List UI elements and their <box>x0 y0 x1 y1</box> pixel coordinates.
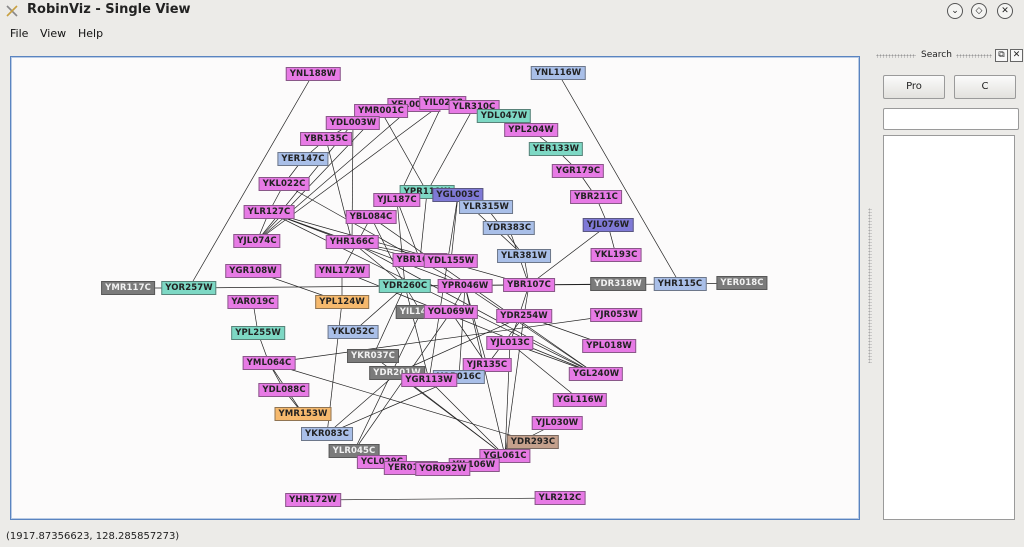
menu-view[interactable]: View <box>40 27 66 40</box>
graph-node[interactable]: YDR254W <box>496 309 552 323</box>
graph-edge <box>372 285 406 357</box>
title-bar: RobinViz - Single View ⌄ ◇ ✕ <box>0 0 1024 22</box>
graph-node[interactable]: YPL124W <box>315 295 369 309</box>
graph-node[interactable]: YDR260C <box>378 279 432 293</box>
graph-canvas[interactable]: YNL188W YNL116W YFL008W YIL026C YMR001C YLR31… <box>10 56 860 520</box>
graph-node[interactable]: YLR127C <box>243 205 295 219</box>
graph-node[interactable]: YDR293C <box>506 435 560 449</box>
graph-node[interactable]: YHR115C <box>653 277 707 291</box>
graph-node[interactable]: YLR381W <box>497 249 551 263</box>
panel-grip[interactable] <box>956 54 992 58</box>
menu-bar: File View Help <box>0 24 1024 44</box>
float-panel-button[interactable]: ⧉ <box>995 49 1008 62</box>
graph-node[interactable]: YJL013C <box>486 336 534 350</box>
graph-node[interactable]: YKL022C <box>258 177 310 191</box>
graph-node[interactable]: YNL188W <box>285 67 341 81</box>
graph-node[interactable]: YBL084C <box>345 210 397 224</box>
graph-node[interactable]: YJL076W <box>582 218 634 232</box>
graph-edge <box>268 211 597 375</box>
status-coordinates: (1917.87356623, 128.285857273) <box>6 531 180 542</box>
search-panel-header: Search ⧉ ✕ <box>870 48 1024 64</box>
graph-node[interactable]: YER147C <box>277 152 329 166</box>
graph-node[interactable]: YHR172W <box>285 493 341 507</box>
graph-node[interactable]: YML064C <box>242 356 296 370</box>
graph-node[interactable]: YER018C <box>716 276 768 290</box>
search-results-list[interactable] <box>883 135 1015 520</box>
graph-node[interactable]: YBR135C <box>300 132 352 146</box>
graph-node[interactable]: YJL074C <box>233 234 281 248</box>
graph-node[interactable]: YPL255W <box>231 326 285 340</box>
graph-node[interactable]: YJL187C <box>373 193 421 207</box>
graph-node[interactable]: YOR092W <box>415 462 471 476</box>
graph-edge <box>312 497 561 501</box>
close-panel-button[interactable]: ✕ <box>1010 49 1023 62</box>
menu-help[interactable]: Help <box>78 27 103 40</box>
graph-node[interactable]: YPR046W <box>437 279 493 293</box>
graph-node[interactable]: YLR212C <box>534 491 586 505</box>
graph-node[interactable]: YER133W <box>528 142 584 156</box>
pro-button[interactable]: Pro <box>883 75 945 99</box>
graph-node[interactable]: YGR179C <box>551 164 605 178</box>
graph-node[interactable]: YBR211C <box>570 190 622 204</box>
app-logo-icon <box>6 5 18 17</box>
search-input[interactable] <box>883 108 1019 130</box>
graph-node[interactable]: YGR108W <box>225 264 281 278</box>
graph-node[interactable]: YGL116W <box>552 393 608 407</box>
minimize-button[interactable]: ⌄ <box>947 3 963 19</box>
graph-node[interactable]: YJR053W <box>590 308 642 322</box>
graph-node[interactable]: YKL193C <box>590 248 642 262</box>
graph-node[interactable]: YBR107C <box>503 278 555 292</box>
graph-node[interactable]: YHR166C <box>325 235 379 249</box>
maximize-button[interactable]: ◇ <box>971 3 987 19</box>
splitter-handle[interactable] <box>868 208 872 363</box>
graph-edge <box>396 199 406 287</box>
menu-file[interactable]: File <box>10 27 28 40</box>
graph-node[interactable]: YDL047W <box>476 109 532 123</box>
graph-node[interactable]: YNL172W <box>314 264 370 278</box>
panel-grip[interactable] <box>876 54 916 58</box>
graph-node[interactable]: YGL240W <box>568 367 624 381</box>
graph-edge <box>370 216 597 375</box>
graph-edge <box>450 194 459 262</box>
graph-node[interactable]: YMR117C <box>101 281 155 295</box>
graph-node[interactable]: YAR019C <box>227 295 279 309</box>
search-panel-title: Search <box>921 50 952 60</box>
graph-node[interactable]: YGR113W <box>401 373 457 387</box>
close-button[interactable]: ✕ <box>997 3 1013 19</box>
graph-node[interactable]: YKL052C <box>327 325 379 339</box>
graph-node[interactable]: YDL088C <box>258 383 310 397</box>
graph-node[interactable]: YOR257W <box>161 281 217 295</box>
graph-node[interactable]: YPL204W <box>504 123 558 137</box>
graph-edge <box>268 314 617 364</box>
graph-edge <box>426 106 475 193</box>
graph-node[interactable]: YJL030W <box>531 416 583 430</box>
graph-edge <box>326 372 398 435</box>
graph-node[interactable]: YDL003W <box>325 116 381 130</box>
graph-node[interactable]: YLR315W <box>459 200 513 214</box>
graph-node[interactable]: YDL155W <box>423 254 479 268</box>
graph-node[interactable]: YOL069W <box>423 305 479 319</box>
graph-node[interactable]: YKR037C <box>347 349 399 363</box>
graph-node[interactable]: YDR318W <box>590 277 646 291</box>
graph-node[interactable]: YDR383C <box>482 221 536 235</box>
window-title: RobinViz - Single View <box>27 2 191 17</box>
graph-edge <box>428 379 506 457</box>
graph-node[interactable]: YMR153W <box>274 407 332 421</box>
graph-edge <box>419 191 428 261</box>
graph-node[interactable]: YPL018W <box>582 339 636 353</box>
graph-node[interactable]: YNL116W <box>530 66 586 80</box>
graph-edge <box>325 138 353 243</box>
c-button[interactable]: C <box>954 75 1016 99</box>
graph-node[interactable]: YKR083C <box>301 427 353 441</box>
